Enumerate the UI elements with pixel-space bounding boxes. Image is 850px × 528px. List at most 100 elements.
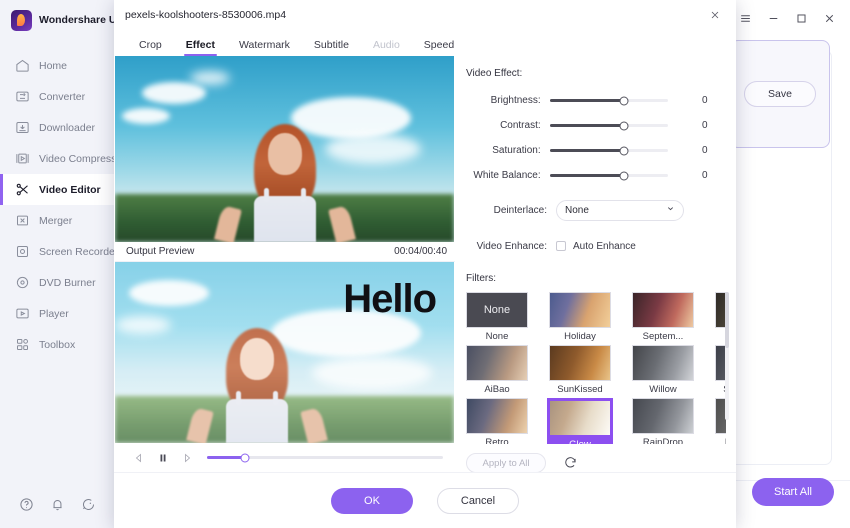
slider-knob[interactable]: [619, 146, 629, 155]
sidebar-item-video-compressor[interactable]: Video Compressor: [0, 143, 126, 174]
tab-effect[interactable]: Effect: [174, 39, 227, 56]
auto-enhance-checkbox[interactable]: [556, 241, 566, 251]
progress-knob[interactable]: [240, 453, 250, 463]
filter-item-glow[interactable]: Glow: [547, 398, 613, 444]
next-frame-icon[interactable]: [175, 446, 199, 470]
slider-fill: [549, 174, 624, 177]
torso-shape: [253, 188, 316, 242]
progress-fill: [207, 456, 245, 460]
dialog-close-icon[interactable]: [704, 4, 726, 26]
slider-knob[interactable]: [619, 96, 629, 105]
sidebar-item-downloader[interactable]: Downloader: [0, 112, 115, 143]
window-controls: [732, 0, 842, 36]
strap: [300, 188, 306, 203]
filter-name: AiBao: [484, 384, 510, 395]
filters-scrollbar-thumb[interactable]: [725, 292, 729, 348]
filter-thumbnail: [466, 398, 528, 434]
slider-knob[interactable]: [619, 121, 629, 130]
contrast-slider[interactable]: [549, 121, 668, 130]
tab-subtitle[interactable]: Subtitle: [302, 39, 361, 56]
saturation-row: Saturation: 0: [466, 138, 726, 163]
tab-crop[interactable]: Crop: [127, 39, 174, 56]
feedback-icon[interactable]: [81, 497, 96, 512]
player-icon: [16, 308, 29, 319]
filter-item-willow[interactable]: Willow: [632, 345, 694, 395]
white-balance-slider[interactable]: [549, 171, 668, 180]
sidebar-item-player[interactable]: Player: [0, 298, 115, 329]
sidebar-item-label: Home: [39, 59, 68, 72]
sidebar-item-home[interactable]: Home: [0, 50, 115, 81]
filter-item-raindrop[interactable]: RainDrop: [632, 398, 694, 444]
slider-fill: [549, 149, 624, 152]
filter-name: Septem...: [642, 331, 684, 342]
white-balance-label: White Balance:: [473, 170, 541, 181]
filter-thumbnail: [549, 345, 611, 381]
close-icon[interactable]: [816, 5, 842, 31]
sidebar-item-toolbox[interactable]: Toolbox: [0, 329, 115, 360]
white-balance-row: White Balance: 0: [466, 163, 726, 188]
slider-knob[interactable]: [619, 171, 629, 180]
filters-label: Filters:: [466, 273, 496, 284]
tab-speed[interactable]: Speed: [412, 39, 466, 56]
compress-icon: [16, 153, 29, 164]
sidebar-item-video-editor[interactable]: Video Editor: [0, 174, 115, 205]
auto-enhance-checkbox-group[interactable]: Auto Enhance: [556, 241, 636, 252]
sidebar: Wondershare UniConverter Home Converter …: [0, 0, 175, 528]
output-preview-label: Output Preview: [126, 246, 195, 258]
strap: [263, 188, 269, 203]
dialog-title-bar: pexels-koolshooters-8530006.mp4: [114, 0, 736, 30]
slider-fill: [549, 99, 624, 102]
filter-item-sunkissed[interactable]: SunKissed: [549, 345, 611, 395]
reset-icon[interactable]: [562, 454, 580, 472]
scissors-icon: [16, 183, 28, 196]
menu-icon[interactable]: [732, 5, 758, 31]
contrast-value: 0: [702, 120, 708, 131]
brightness-slider[interactable]: [549, 96, 668, 105]
playback-progress-slider[interactable]: [207, 453, 443, 463]
filter-item-september[interactable]: Septem...: [632, 292, 694, 342]
cancel-button[interactable]: Cancel: [437, 487, 519, 514]
filter-name: None: [485, 331, 509, 342]
minimize-icon[interactable]: [760, 5, 786, 31]
filters-scrollbar[interactable]: [725, 292, 729, 420]
start-all-button[interactable]: Start All: [752, 478, 834, 506]
filters-section: None None Holiday Septem... AiBao SunKis…: [466, 292, 729, 444]
filter-item-holiday[interactable]: Holiday: [549, 292, 611, 342]
filter-name: Willow: [649, 384, 677, 395]
video-editor-dialog: pexels-koolshooters-8530006.mp4 Crop Eff…: [114, 0, 736, 528]
bell-icon[interactable]: [50, 497, 65, 512]
filter-item-none[interactable]: None None: [466, 292, 528, 342]
sidebar-item-dvd-burner[interactable]: DVD Burner: [0, 267, 115, 298]
video-effect-label: Video Effect:: [466, 68, 523, 79]
settings-panel: Video Effect: Brightness: 0 Contrast: 0 …: [455, 56, 736, 472]
deinterlace-select[interactable]: None: [556, 199, 684, 221]
apply-to-all-button[interactable]: Apply to All: [466, 453, 546, 472]
download-icon: [16, 122, 29, 133]
video-enhance-row: Video Enhance: Auto Enhance: [466, 232, 726, 260]
filter-name: Glow: [549, 439, 611, 444]
filter-name: RainDrop: [642, 437, 684, 444]
saturation-slider[interactable]: [549, 146, 668, 155]
disc-icon: [16, 276, 29, 289]
contrast-label: Contrast:: [500, 120, 541, 131]
pause-icon[interactable]: [151, 446, 175, 470]
sidebar-item-label: DVD Burner: [39, 276, 96, 289]
filter-item-retro[interactable]: Retro: [466, 398, 528, 444]
sidebar-item-converter[interactable]: Converter: [0, 81, 115, 112]
sidebar-item-screen-recorder[interactable]: Screen Recorder: [0, 236, 118, 267]
sidebar-item-merger[interactable]: Merger: [0, 205, 115, 236]
filter-thumbnail: [632, 398, 694, 434]
toolbox-icon: [17, 339, 28, 350]
filter-thumbnail: [632, 345, 694, 381]
filter-item-aibao[interactable]: AiBao: [466, 345, 528, 395]
maximize-icon[interactable]: [788, 5, 814, 31]
sidebar-item-label: Downloader: [39, 121, 96, 134]
ok-button[interactable]: OK: [331, 487, 413, 514]
player-controls: [115, 443, 455, 472]
help-icon[interactable]: [19, 497, 34, 512]
prev-frame-icon[interactable]: [127, 446, 151, 470]
filters-scroll-area[interactable]: None None Holiday Septem... AiBao SunKis…: [466, 292, 726, 444]
filter-thumbnail: [549, 292, 611, 328]
save-button[interactable]: Save: [744, 81, 816, 107]
tab-watermark[interactable]: Watermark: [227, 39, 302, 56]
